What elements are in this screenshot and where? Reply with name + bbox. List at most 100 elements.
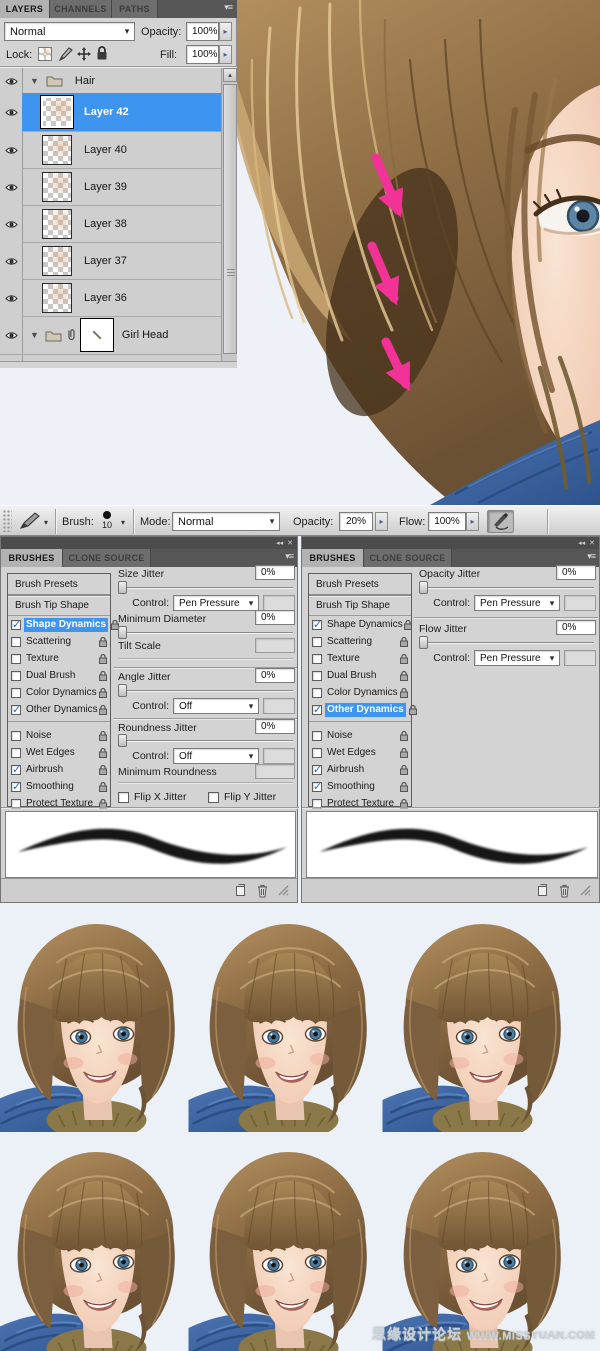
flow-control-select[interactable]: Pen Pressure▾ xyxy=(474,650,560,666)
lock-position-move-icon[interactable] xyxy=(76,46,92,62)
checkbox[interactable] xyxy=(11,782,21,792)
roundness-control-select[interactable]: Off▾ xyxy=(173,748,259,764)
flow-spinner[interactable]: ▸ xyxy=(466,512,479,531)
checkbox[interactable] xyxy=(312,654,322,664)
minimum-diameter-slider[interactable] xyxy=(119,632,293,634)
layer-row-selected[interactable]: Layer 42 xyxy=(22,93,221,131)
sidebar-item-smoothing[interactable]: Smoothing xyxy=(8,778,110,795)
opacity-spinner[interactable]: ▸ xyxy=(375,512,388,531)
close-panel-icon[interactable]: ✕ xyxy=(589,540,595,547)
sidebar-item-scattering[interactable]: Scattering xyxy=(8,633,110,650)
airbrush-toggle-button[interactable] xyxy=(487,510,514,533)
lock-icon[interactable] xyxy=(98,636,108,648)
layer-row-group-girl-head[interactable]: ▼ Girl Head xyxy=(22,316,221,354)
lock-icon[interactable] xyxy=(399,670,409,682)
lock-icon[interactable] xyxy=(98,747,108,759)
lock-paint-brush-icon[interactable] xyxy=(58,46,74,62)
flow-value[interactable]: 100% xyxy=(428,512,466,531)
checkbox[interactable] xyxy=(312,671,322,681)
angle-jitter-slider[interactable] xyxy=(119,690,293,692)
brush-preview[interactable]: 10 xyxy=(96,508,118,535)
layer-row[interactable]: Layer 37 xyxy=(22,242,221,279)
size-jitter-value[interactable]: 0% xyxy=(255,565,295,580)
collapse-panel-icon[interactable]: ◂◂ xyxy=(578,540,585,547)
layer-thumbnail[interactable] xyxy=(42,283,72,313)
angle-jitter-value[interactable]: 0% xyxy=(255,668,295,683)
lock-icon[interactable] xyxy=(98,687,108,699)
size-control-select[interactable]: Pen Pressure▾ xyxy=(173,595,259,611)
layer-thumbnail[interactable] xyxy=(42,246,72,276)
checkbox[interactable] xyxy=(312,705,322,715)
checkbox[interactable] xyxy=(11,765,21,775)
mode-select[interactable]: Normal▾ xyxy=(172,512,280,531)
slider-thumb[interactable] xyxy=(419,581,428,594)
visibility-eye-icon[interactable] xyxy=(0,326,22,344)
fill-value[interactable]: 100% xyxy=(186,45,219,64)
slider-thumb[interactable] xyxy=(419,636,428,649)
layer-row[interactable]: Layer 40 xyxy=(22,131,221,168)
sidebar-item-airbrush[interactable]: Airbrush xyxy=(309,761,411,778)
flip-x-checkbox-row[interactable]: Flip X Jitter xyxy=(118,791,187,803)
layer-thumbnail[interactable] xyxy=(42,172,72,202)
roundness-jitter-value[interactable]: 0% xyxy=(255,719,295,734)
lock-icon[interactable] xyxy=(399,687,409,699)
resize-grip-icon[interactable] xyxy=(580,885,591,896)
sidebar-item-texture[interactable]: Texture xyxy=(8,650,110,667)
new-brush-icon[interactable] xyxy=(234,884,247,897)
lock-icon[interactable] xyxy=(399,636,409,648)
lock-icon[interactable] xyxy=(98,730,108,742)
flip-y-checkbox-row[interactable]: Flip Y Jitter xyxy=(208,791,276,803)
toolbar-grip[interactable] xyxy=(3,510,12,532)
sidebar-item-noise[interactable]: Noise xyxy=(309,727,411,744)
opacity-value[interactable]: 100% xyxy=(186,22,219,41)
sidebar-item-smoothing[interactable]: Smoothing xyxy=(309,778,411,795)
sidebar-item-other-dynamics[interactable]: Other Dynamics xyxy=(8,701,110,718)
visibility-eye-icon[interactable] xyxy=(0,289,22,307)
angle-control-select[interactable]: Off▾ xyxy=(173,698,259,714)
sidebar-item-color-dynamics[interactable]: Color Dynamics xyxy=(8,684,110,701)
fill-spinner[interactable]: ▸ xyxy=(219,45,232,64)
lock-icon[interactable] xyxy=(408,704,418,716)
layer-row[interactable]: Layer 39 xyxy=(22,168,221,205)
slider-thumb[interactable] xyxy=(118,684,127,697)
checkbox[interactable] xyxy=(312,765,322,775)
new-brush-icon[interactable] xyxy=(536,884,549,897)
visibility-eye-icon[interactable] xyxy=(0,215,22,233)
sidebar-item-airbrush[interactable]: Airbrush xyxy=(8,761,110,778)
sidebar-item-shape-dynamics[interactable]: Shape Dynamics xyxy=(309,616,411,633)
lock-icon[interactable] xyxy=(399,730,409,742)
checkbox[interactable] xyxy=(11,637,21,647)
lock-icon[interactable] xyxy=(98,781,108,793)
checkbox[interactable] xyxy=(11,705,21,715)
sidebar-item-wet-edges[interactable]: Wet Edges xyxy=(8,744,110,761)
sidebar-item-scattering[interactable]: Scattering xyxy=(309,633,411,650)
tab-clone-source[interactable]: CLONE SOURCE xyxy=(63,549,151,567)
blend-mode-select[interactable]: Normal▾ xyxy=(4,22,135,41)
slider-thumb[interactable] xyxy=(118,581,127,594)
visibility-eye-icon[interactable] xyxy=(0,141,22,159)
layer-row-group-hair[interactable]: ▼ Hair xyxy=(22,68,221,93)
panel-menu-icon[interactable]: ▾≡ xyxy=(224,2,232,13)
sidebar-item-protect-texture[interactable]: Protect Texture xyxy=(8,795,110,812)
flow-jitter-value[interactable]: 0% xyxy=(556,620,596,635)
checkbox[interactable] xyxy=(312,688,322,698)
lock-icon[interactable] xyxy=(399,781,409,793)
flow-jitter-slider[interactable] xyxy=(420,642,594,644)
sidebar-item-color-dynamics[interactable]: Color Dynamics xyxy=(309,684,411,701)
chevron-down-icon[interactable]: ▾ xyxy=(121,518,125,527)
visibility-eye-icon[interactable] xyxy=(0,178,22,196)
sidebar-item-wet-edges[interactable]: Wet Edges xyxy=(309,744,411,761)
lock-icon[interactable] xyxy=(403,619,413,631)
lock-icon[interactable] xyxy=(98,704,108,716)
lock-icon[interactable] xyxy=(98,764,108,776)
checkbox[interactable] xyxy=(11,731,21,741)
size-jitter-slider[interactable] xyxy=(119,587,293,589)
lock-transparency-icon[interactable] xyxy=(38,47,52,61)
disclosure-triangle-icon[interactable]: ▼ xyxy=(30,76,39,86)
checkbox[interactable] xyxy=(312,620,322,630)
close-panel-icon[interactable]: ✕ xyxy=(287,540,293,547)
sidebar-item-dual-brush[interactable]: Dual Brush xyxy=(8,667,110,684)
tab-clone-source[interactable]: CLONE SOURCE xyxy=(364,549,452,567)
lock-all-padlock-icon[interactable] xyxy=(95,45,109,62)
slider-thumb[interactable] xyxy=(118,734,127,747)
